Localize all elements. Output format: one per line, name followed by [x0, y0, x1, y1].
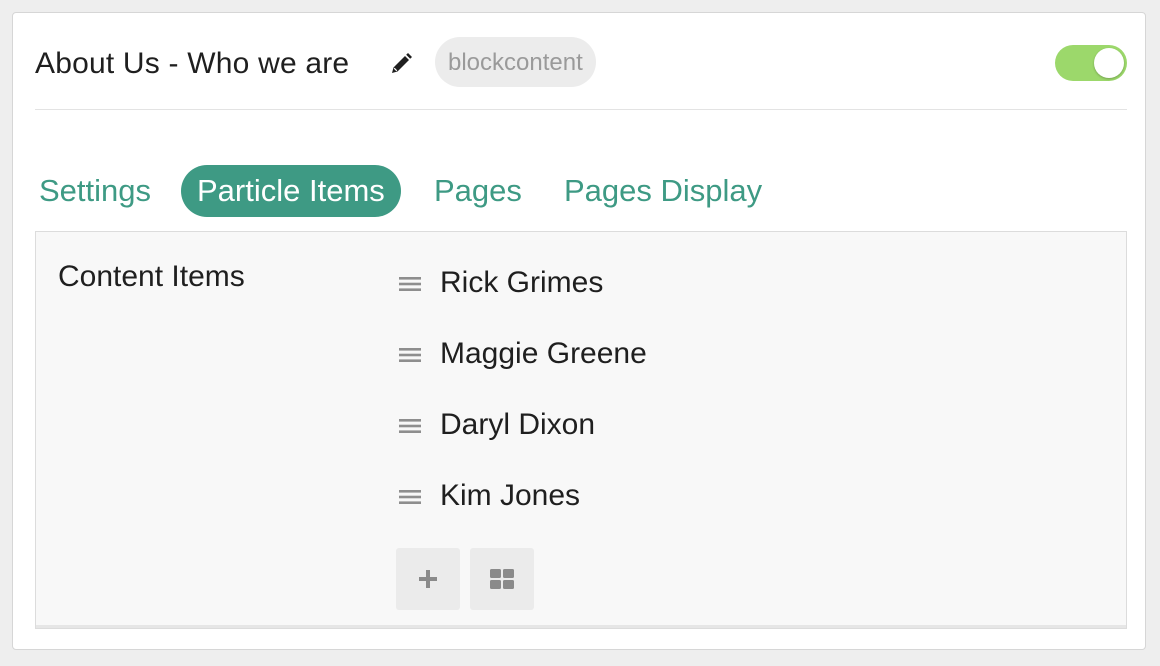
tab-pages[interactable]: Pages [434, 165, 522, 217]
particle-title: About Us - Who we are [35, 47, 350, 80]
enable-toggle[interactable] [1055, 45, 1127, 81]
list-item[interactable]: Daryl Dixon [398, 400, 647, 471]
drag-handle-icon[interactable] [398, 345, 422, 365]
item-actions [396, 548, 534, 610]
list-item[interactable]: Maggie Greene [398, 329, 647, 400]
content-items-list: Rick Grimes Maggie Greene Daryl Dixon Ki… [398, 258, 647, 542]
item-label: Rick Grimes [440, 266, 604, 299]
card-header: About Us - Who we are blockcontent [35, 35, 1127, 110]
item-label: Kim Jones [440, 479, 581, 512]
list-item[interactable]: Kim Jones [398, 471, 647, 542]
tab-settings[interactable]: Settings [39, 165, 151, 217]
content-items-label: Content Items [58, 260, 245, 293]
drag-handle-icon[interactable] [398, 416, 422, 436]
tab-particle-items[interactable]: Particle Items [181, 165, 401, 217]
drag-handle-icon[interactable] [398, 274, 422, 294]
pencil-icon[interactable] [389, 52, 413, 76]
drag-handle-icon[interactable] [398, 487, 422, 507]
grid-icon [490, 569, 514, 589]
tab-pages-display[interactable]: Pages Display [564, 165, 762, 217]
grid-view-button[interactable] [470, 548, 534, 610]
content-panel: Content Items Rick Grimes Maggie Greene [35, 231, 1127, 629]
type-badge: blockcontent [435, 37, 596, 87]
panel-bottom-border [36, 625, 1126, 628]
plus-icon [419, 570, 437, 588]
item-label: Maggie Greene [440, 337, 647, 370]
add-item-button[interactable] [396, 548, 460, 610]
item-label: Daryl Dixon [440, 408, 596, 441]
list-item[interactable]: Rick Grimes [398, 258, 647, 329]
toggle-knob [1094, 48, 1124, 78]
particle-card: About Us - Who we are blockcontent Setti… [12, 12, 1146, 650]
